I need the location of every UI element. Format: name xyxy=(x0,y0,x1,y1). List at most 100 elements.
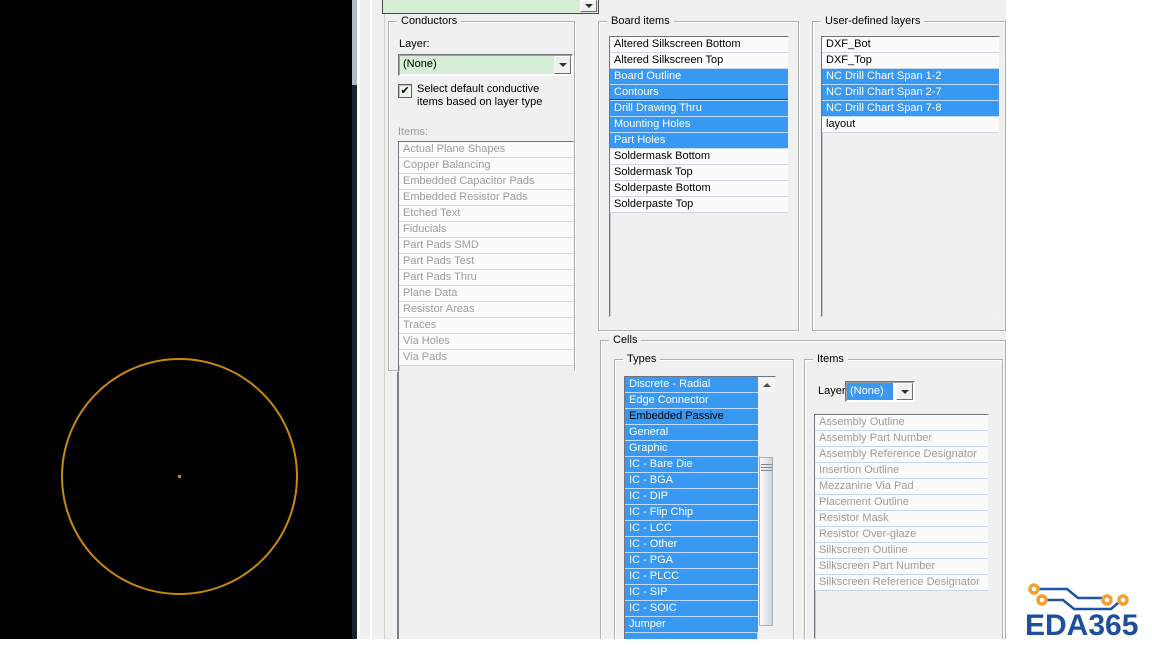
list-item-label: Embedded Passive xyxy=(629,410,724,422)
list-item[interactable]: Actual Plane Shapes xyxy=(399,142,573,158)
list-item[interactable]: Mezzanine Via Pad xyxy=(815,479,988,495)
list-item[interactable]: DXF_Top xyxy=(822,53,999,69)
list-item[interactable]: IC - Other xyxy=(625,537,758,553)
list-item[interactable]: Soldermask Bottom xyxy=(610,149,788,165)
list-item[interactable]: Part Pads Test xyxy=(399,254,573,270)
list-item-label: Mounting Holes xyxy=(614,118,691,130)
cell-types-list[interactable]: Discrete - Radial Edge Connector Embedded … xyxy=(624,376,776,639)
conductors-items-list[interactable]: Actual Plane Shapes Copper Balancing Embed… xyxy=(398,141,574,372)
user-defined-layers-list[interactable]: DXF_Bot DXF_Top NC Drill Chart Span 1-2 NC … xyxy=(821,36,1000,317)
chevron-down-icon[interactable] xyxy=(896,383,913,400)
chevron-down-icon[interactable] xyxy=(580,0,597,12)
group-title: User-defined layers xyxy=(821,15,925,28)
list-item[interactable]: Resistor Areas xyxy=(399,302,573,318)
list-item-label: Silkscreen Reference Designator xyxy=(819,576,980,588)
list-item[interactable]: General xyxy=(625,425,758,441)
list-item[interactable]: Altered Silkscreen Top xyxy=(610,53,788,69)
list-item[interactable]: IC - SOIC xyxy=(625,601,758,617)
types-list-scrollbar[interactable] xyxy=(757,377,775,639)
list-item[interactable]: Plane Data xyxy=(399,286,573,302)
list-item[interactable]: IC - SIP xyxy=(625,585,758,601)
scroll-up-button[interactable] xyxy=(758,377,775,392)
chevron-down-icon[interactable] xyxy=(554,56,571,74)
list-item[interactable]: NC Drill Chart Span 7-8 xyxy=(822,101,999,117)
list-item[interactable]: Solderpaste Bottom xyxy=(610,181,788,197)
list-item[interactable]: Silkscreen Part Number xyxy=(815,559,988,575)
list-item[interactable]: Assembly Outline xyxy=(815,415,988,431)
list-item[interactable]: Assembly Part Number xyxy=(815,431,988,447)
list-item[interactable]: Board Outline xyxy=(610,69,788,85)
list-item[interactable]: Jumper xyxy=(625,617,758,633)
list-item[interactable]: Silkscreen Outline xyxy=(815,543,988,559)
list-item[interactable]: Resistor Mask xyxy=(815,511,988,527)
list-item[interactable]: Mounting Holes xyxy=(610,117,788,133)
group-title: Types xyxy=(623,353,661,366)
list-item-label: Silkscreen Part Number xyxy=(819,560,936,572)
panel-divider xyxy=(397,370,399,639)
cells-group: Cells Types Discrete - Radial Edge Connec… xyxy=(600,334,1006,639)
top-layer-combobox[interactable] xyxy=(382,0,599,14)
list-item-label: Solderpaste Top xyxy=(614,198,694,210)
list-item[interactable]: Via Holes xyxy=(399,334,573,350)
list-item[interactable]: IC - Flip Chip xyxy=(625,505,758,521)
board-items-list[interactable]: Altered Silkscreen Bottom Altered Silkscr… xyxy=(609,36,789,317)
list-item[interactable]: IC - PGA xyxy=(625,553,758,569)
list-item[interactable]: Via Pads xyxy=(399,350,573,366)
scrollbar-thumb[interactable] xyxy=(759,457,773,626)
list-item[interactable]: Discrete - Radial xyxy=(625,377,758,393)
list-item[interactable]: NC Drill Chart Span 2-7 xyxy=(822,85,999,101)
cell-items-layer-combobox[interactable]: (None) xyxy=(845,381,915,402)
list-item[interactable]: Etched Text xyxy=(399,206,573,222)
list-item[interactable]: IC - BGA xyxy=(625,473,758,489)
list-item[interactable]: Solderpaste Top xyxy=(610,197,788,213)
list-item[interactable]: Insertion Outline xyxy=(815,463,988,479)
list-item-label: Part Pads Test xyxy=(403,255,475,267)
list-item[interactable]: Traces xyxy=(399,318,573,334)
via-pad-icon xyxy=(1028,583,1040,595)
list-item-label: NC Drill Chart Span 2-7 xyxy=(826,86,942,98)
list-item[interactable]: Part Pads Thru xyxy=(399,270,573,286)
list-item[interactable]: NC Drill Chart Span 1-2 xyxy=(822,69,999,85)
list-item[interactable]: Part Pads SMD xyxy=(399,238,573,254)
list-item[interactable]: Edge Connector xyxy=(625,393,758,409)
conductors-layer-combobox[interactable]: (None) xyxy=(398,54,573,76)
list-item[interactable]: Graphic xyxy=(625,441,758,457)
list-item[interactable]: IC - PLCC xyxy=(625,569,758,585)
list-item[interactable]: IC - DIP xyxy=(625,489,758,505)
list-item[interactable]: layout xyxy=(822,117,999,133)
list-item-label: Jumper xyxy=(629,618,666,630)
list-item[interactable]: Assembly Reference Designator xyxy=(815,447,988,463)
list-item[interactable]: DXF_Bot xyxy=(822,37,999,53)
list-item[interactable]: IC - Bare Die xyxy=(625,457,758,473)
list-item[interactable]: Contours xyxy=(610,85,788,101)
list-item[interactable]: Copper Balancing xyxy=(399,158,573,174)
list-item[interactable]: Resistor Over-glaze xyxy=(815,527,988,543)
list-item[interactable]: Embedded Capacitor Pads xyxy=(399,174,573,190)
list-item-label: IC - Flip Chip xyxy=(629,506,694,518)
list-item[interactable]: Fiducials xyxy=(399,222,573,238)
vertical-scrollbar[interactable] xyxy=(352,0,357,639)
list-item-label: Resistor Mask xyxy=(819,512,889,524)
list-item[interactable]: Embedded Resistor Pads xyxy=(399,190,573,206)
list-item-label: Actual Plane Shapes xyxy=(403,143,506,155)
cell-items-layer-value: (None) xyxy=(847,383,893,400)
list-item-label: Assembly Reference Designator xyxy=(819,448,977,460)
cell-items-list[interactable]: Assembly Outline Assembly Part Number Asse… xyxy=(814,414,989,639)
pcb-canvas[interactable] xyxy=(0,0,352,639)
list-item-label: Copper Balancing xyxy=(403,159,491,171)
group-title: Items xyxy=(813,353,848,366)
list-item[interactable]: Altered Silkscreen Bottom xyxy=(610,37,788,53)
list-item[interactable]: Silkscreen Reference Designator xyxy=(815,575,988,591)
list-item[interactable]: Embedded Passive xyxy=(625,409,758,425)
list-item-label: Altered Silkscreen Bottom xyxy=(614,38,741,50)
scrollbar-thumb[interactable] xyxy=(352,0,357,85)
list-item[interactable]: Placement Outline xyxy=(815,495,988,511)
default-conductive-checkbox[interactable] xyxy=(398,84,412,98)
list-item-label: Part Pads SMD xyxy=(403,239,479,251)
list-item[interactable]: Soldermask Top xyxy=(610,165,788,181)
list-item[interactable]: IC - LCC xyxy=(625,521,758,537)
list-item[interactable]: Part Holes xyxy=(610,133,788,149)
list-item[interactable]: Drill Drawing Thru xyxy=(610,101,788,117)
items-label: Items: xyxy=(398,126,428,138)
list-item-label: Mezzanine Via Pad xyxy=(819,480,914,492)
